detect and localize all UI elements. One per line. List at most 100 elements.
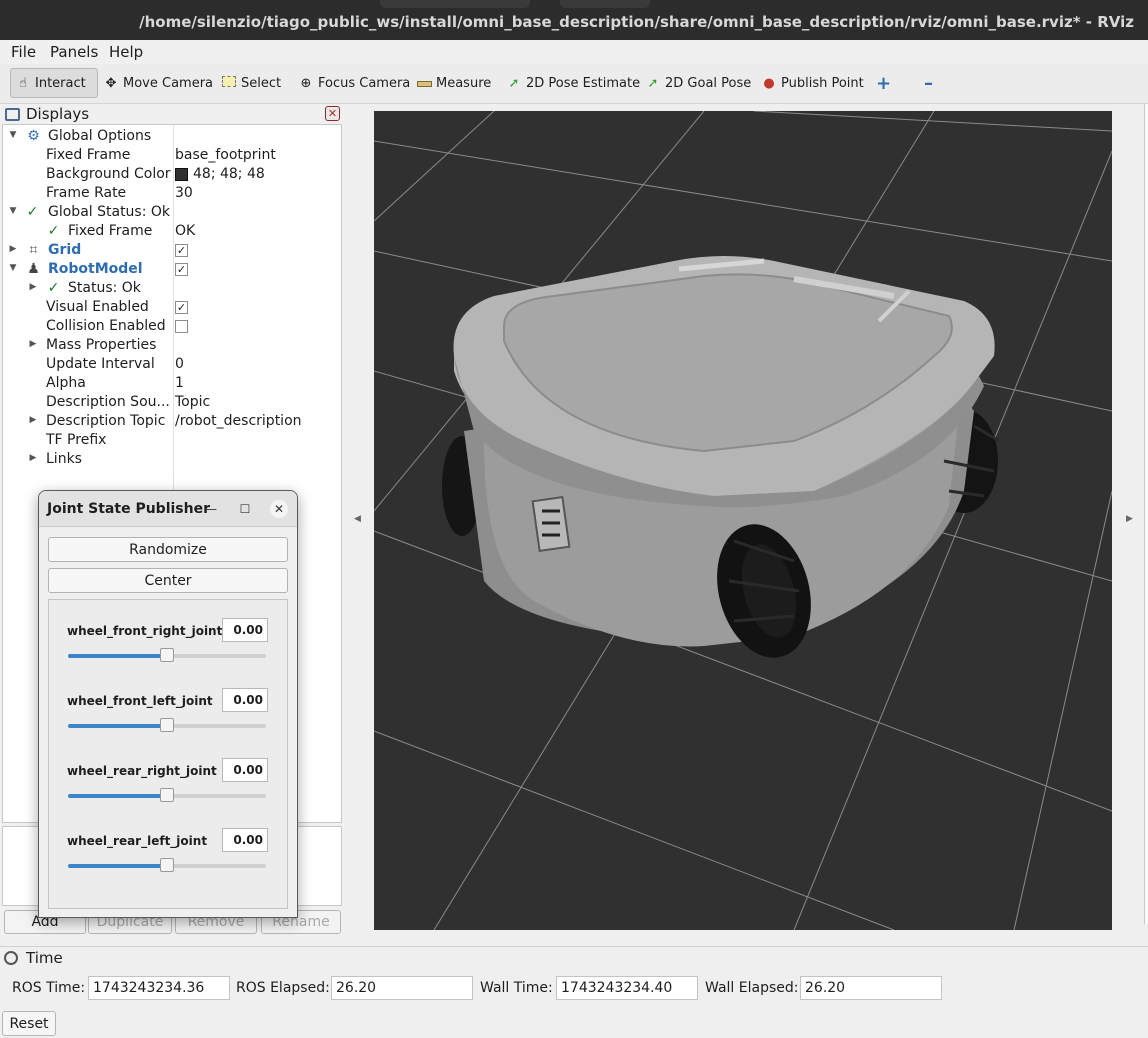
- jsp-title: Joint State Publisher: [47, 501, 210, 517]
- visual-enabled-checkbox[interactable]: ✓: [175, 301, 188, 314]
- joint-value-field[interactable]: 0.00: [222, 828, 268, 852]
- tree-row-robotmodel[interactable]: ▼ ♟ RobotModel ✓: [3, 260, 341, 279]
- randomize-button[interactable]: Randomize: [48, 537, 288, 562]
- jsp-titlebar[interactable]: Joint State Publisher — ☐ ✕: [39, 491, 297, 527]
- tree-row-robot-status[interactable]: ▶ ✓ Status: Ok: [3, 279, 341, 298]
- tool-interact[interactable]: ☝ Interact: [10, 68, 98, 98]
- wall-elapsed-field[interactable]: 26.20: [800, 976, 942, 1000]
- monitor-icon: [5, 107, 20, 121]
- slider-handle[interactable]: [160, 858, 174, 872]
- displays-title: Displays: [26, 105, 90, 123]
- tree-label: Background Color: [46, 166, 171, 182]
- tool-publish-point[interactable]: ● Publish Point: [757, 68, 868, 98]
- joint-row: wheel_front_left_joint 0.00: [49, 670, 287, 740]
- ruler-icon: [416, 76, 432, 91]
- menu-panels[interactable]: Panels: [50, 43, 98, 61]
- joint-slider[interactable]: [68, 788, 266, 802]
- tree-row-update-interval[interactable]: Update Interval 0: [3, 355, 341, 374]
- close-icon[interactable]: ✕: [270, 500, 288, 518]
- right-splitter[interactable]: ▶: [1112, 104, 1148, 944]
- tool-select[interactable]: Select: [217, 68, 285, 98]
- collapsed-arrow-icon[interactable]: ▶: [28, 339, 38, 349]
- joint-value-field[interactable]: 0.00: [222, 618, 268, 642]
- tool-focus-camera[interactable]: ⊕ Focus Camera: [294, 68, 414, 98]
- render-viewport[interactable]: [374, 111, 1112, 930]
- tool-2d-goal-pose[interactable]: ➚ 2D Goal Pose: [641, 68, 755, 98]
- slider-handle[interactable]: [160, 788, 174, 802]
- robot-icon: ♟: [27, 261, 40, 277]
- tree-value[interactable]: base_footprint: [175, 147, 276, 163]
- tree-label: RobotModel: [48, 261, 143, 277]
- plus-icon: +: [876, 72, 892, 94]
- robotmodel-enabled-checkbox[interactable]: ✓: [175, 263, 188, 276]
- add-tool-button[interactable]: +: [872, 68, 895, 98]
- collapsed-arrow-icon[interactable]: ▶: [28, 415, 38, 425]
- tool-move-camera[interactable]: ✥ Move Camera: [99, 68, 217, 98]
- menu-file[interactable]: File: [11, 43, 36, 61]
- tree-row-tf-prefix[interactable]: TF Prefix: [3, 431, 341, 450]
- tool-label: Measure: [436, 75, 492, 91]
- minimize-icon[interactable]: —: [202, 500, 220, 518]
- joint-slider[interactable]: [68, 648, 266, 662]
- joint-value-field[interactable]: 0.00: [222, 758, 268, 782]
- tree-label: Update Interval: [46, 356, 155, 372]
- tree-row-frame-rate[interactable]: Frame Rate 30: [3, 184, 341, 203]
- collision-enabled-checkbox[interactable]: [175, 320, 188, 333]
- expanded-arrow-icon[interactable]: ▼: [8, 130, 18, 140]
- ros-elapsed-field[interactable]: 26.20: [331, 976, 473, 1000]
- menu-help[interactable]: Help: [109, 43, 143, 61]
- tree-value[interactable]: 30: [175, 185, 193, 201]
- collapse-right-arrow-icon[interactable]: ▶: [1126, 514, 1133, 524]
- tree-value[interactable]: /robot_description: [175, 413, 302, 429]
- tool-2d-pose-estimate[interactable]: ➚ 2D Pose Estimate: [502, 68, 644, 98]
- left-splitter[interactable]: ◀: [344, 104, 374, 944]
- tree-row-status-fixed-frame[interactable]: ✓ Fixed Frame OK: [3, 222, 341, 241]
- tree-row-collision-enabled[interactable]: Collision Enabled: [3, 317, 341, 336]
- tree-row-grid[interactable]: ▶ ⌗ Grid ✓: [3, 241, 341, 260]
- collapse-left-arrow-icon[interactable]: ◀: [354, 514, 361, 524]
- wall-time-field[interactable]: 1743243234.40: [556, 976, 698, 1000]
- color-swatch: [175, 167, 188, 181]
- grid-enabled-checkbox[interactable]: ✓: [175, 244, 188, 257]
- tree-row-visual-enabled[interactable]: Visual Enabled ✓: [3, 298, 341, 317]
- ros-time-field[interactable]: 1743243234.36: [88, 976, 230, 1000]
- maximize-icon[interactable]: ☐: [236, 500, 254, 518]
- tree-row-alpha[interactable]: Alpha 1: [3, 374, 341, 393]
- remove-tool-button[interactable]: –: [920, 68, 937, 98]
- tree-row-fixed-frame[interactable]: Fixed Frame base_footprint: [3, 146, 341, 165]
- tree-label: Frame Rate: [46, 185, 127, 201]
- tree-value[interactable]: 0: [175, 356, 184, 372]
- joint-row: wheel_front_right_joint 0.00: [49, 600, 287, 670]
- window-titlebar: /home/silenzio/tiago_public_ws/install/o…: [0, 0, 1148, 40]
- tool-label: Interact: [35, 75, 86, 91]
- tree-row-mass-properties[interactable]: ▶ Mass Properties: [3, 336, 341, 355]
- tree-row-links[interactable]: ▶ Links: [3, 450, 341, 469]
- tree-value[interactable]: 48; 48; 48: [175, 166, 265, 182]
- viewport-scene[interactable]: [374, 111, 1112, 930]
- tree-row-background-color[interactable]: Background Color 48; 48; 48: [3, 165, 341, 184]
- collapsed-arrow-icon[interactable]: ▶: [28, 282, 38, 292]
- close-icon[interactable]: ✕: [325, 106, 340, 121]
- slider-fill: [68, 864, 167, 868]
- tree-row-description-source[interactable]: Description Sou... Topic: [3, 393, 341, 412]
- slider-handle[interactable]: [160, 718, 174, 732]
- tree-value[interactable]: Topic: [175, 394, 210, 410]
- pose-arrow-icon: ➚: [508, 75, 520, 91]
- joint-value-field[interactable]: 0.00: [222, 688, 268, 712]
- collapsed-arrow-icon[interactable]: ▶: [8, 244, 18, 254]
- joint-slider[interactable]: [68, 718, 266, 732]
- tree-row-description-topic[interactable]: ▶ Description Topic /robot_description: [3, 412, 341, 431]
- tree-row-global-status[interactable]: ▼ ✓ Global Status: Ok: [3, 203, 341, 222]
- slider-handle[interactable]: [160, 648, 174, 662]
- reset-button[interactable]: Reset: [2, 1011, 56, 1036]
- wall-elapsed-label: Wall Elapsed:: [705, 980, 799, 996]
- joint-slider[interactable]: [68, 858, 266, 872]
- tree-value[interactable]: 1: [175, 375, 184, 391]
- center-button[interactable]: Center: [48, 568, 288, 593]
- tool-measure[interactable]: Measure: [412, 68, 495, 98]
- tree-row-global-options[interactable]: ▼ ⚙ Global Options: [3, 127, 341, 146]
- expanded-arrow-icon[interactable]: ▼: [8, 263, 18, 273]
- joint-name: wheel_rear_left_joint: [67, 834, 208, 848]
- collapsed-arrow-icon[interactable]: ▶: [28, 453, 38, 463]
- expanded-arrow-icon[interactable]: ▼: [8, 206, 18, 216]
